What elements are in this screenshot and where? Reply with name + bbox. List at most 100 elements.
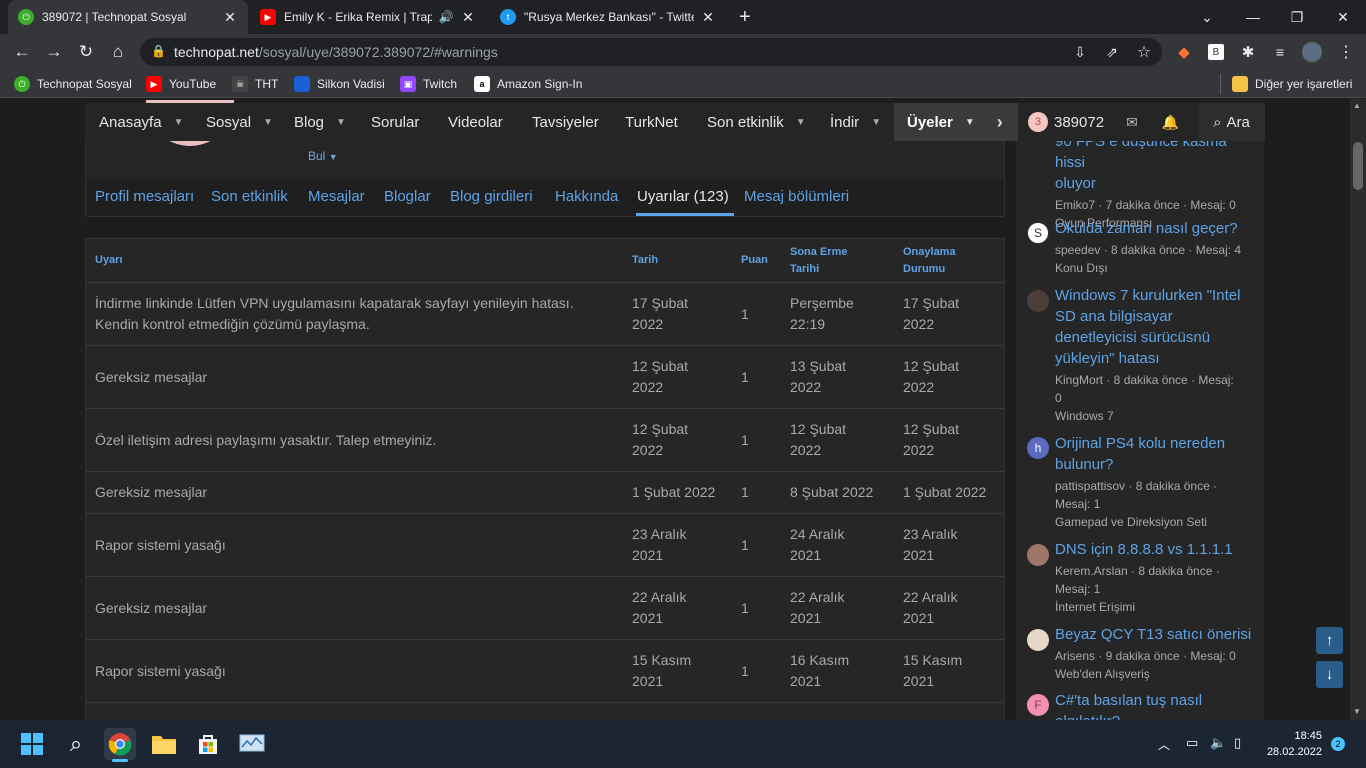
profile-avatar[interactable] (1300, 40, 1324, 64)
col-date[interactable]: Tarih (632, 252, 658, 269)
col-status[interactable]: Onaylama Durumu (903, 244, 956, 278)
tab-search-chevron-icon[interactable]: ⌄ (1184, 0, 1230, 34)
restore-button[interactable]: ❐ (1274, 0, 1320, 34)
install-app-icon[interactable]: ⇩ (1068, 40, 1092, 64)
extension-brave-icon[interactable]: ◆ (1172, 40, 1196, 64)
media-control-icon[interactable]: ≡ (1268, 40, 1292, 64)
bookmark-tht[interactable]: ☠ THT (232, 74, 278, 94)
close-tab-icon[interactable]: ✕ (460, 9, 476, 26)
chrome-menu-icon[interactable]: ⋮ (1334, 40, 1358, 64)
minimize-button[interactable]: — (1230, 0, 1276, 34)
user-account-area[interactable]: 3 389072 ✉ 🔔 (1018, 103, 1198, 141)
nav-videos[interactable]: Videolar (448, 103, 503, 141)
tab-warnings[interactable]: Uyarılar (123) (637, 188, 729, 205)
thread-item[interactable]: DNS için 8.8.8.8 vs 1.1.1.1 Kerem.Arslan… (1055, 539, 1255, 616)
page-scrollbar[interactable] (1350, 99, 1366, 720)
col-expiry[interactable]: Sona Erme Tarihi (790, 244, 847, 278)
page-scrollbar-thumb[interactable] (1353, 142, 1363, 190)
username-link[interactable]: 389072 (1054, 114, 1104, 131)
bookmark-technopat[interactable]: ⏻ Technopat Sosyal (14, 74, 132, 94)
thread-item[interactable]: C#'ta basılan tuş nasıl algılatılır? (1055, 690, 1255, 720)
close-window-button[interactable]: ✕ (1320, 0, 1366, 34)
nav-home[interactable]: Anasayfa ▼ (99, 103, 183, 141)
volume-icon[interactable]: 🔈 (1210, 735, 1226, 751)
avatar[interactable]: S (1027, 222, 1049, 244)
caret-down-icon[interactable]: ▼ (965, 117, 975, 128)
nav-downloads[interactable]: İndir ▼ (830, 103, 881, 141)
tab-about[interactable]: Hakkında (555, 188, 618, 205)
avatar[interactable]: F (1027, 694, 1049, 716)
microsoft-store-icon[interactable] (192, 728, 224, 760)
close-tab-icon[interactable]: ✕ (222, 9, 238, 26)
file-explorer-icon[interactable] (148, 728, 180, 760)
forward-arrow-icon[interactable]: → (42, 40, 66, 64)
url-text[interactable]: technopat.net/sosyal/uye/389072.389072/#… (174, 44, 498, 60)
thread-item[interactable]: Beyaz QCY T13 satıcı önerisi Arisens · 9… (1055, 624, 1255, 683)
battery-icon[interactable]: ▯ (1234, 735, 1241, 751)
lock-icon[interactable]: 🔒 (151, 44, 166, 58)
bookmark-youtube[interactable]: ▶ YouTube (146, 74, 216, 94)
chevron-right-icon[interactable]: › (997, 112, 1003, 133)
network-icon[interactable]: ▭ (1186, 735, 1198, 751)
caret-down-icon[interactable]: ▼ (336, 117, 346, 128)
tab-profile-messages[interactable]: Profil mesajları (95, 188, 194, 205)
col-warning[interactable]: Uyarı (95, 252, 123, 269)
tab-blog-entries[interactable]: Blog girdileri (450, 188, 533, 205)
extension-b-icon[interactable]: B (1204, 40, 1228, 64)
nav-social[interactable]: Sosyal ▼ (206, 103, 273, 141)
avatar[interactable]: h (1027, 437, 1049, 459)
scroll-to-top-button[interactable]: ↑ (1316, 627, 1343, 654)
nav-recommendations[interactable]: Tavsiyeler (532, 103, 599, 141)
home-icon[interactable]: ⌂ (106, 40, 130, 64)
new-tab-button[interactable]: + (734, 0, 764, 34)
tab-blogs[interactable]: Bloglar (384, 188, 431, 205)
other-bookmarks[interactable]: Diğer yer işaretleri (1232, 74, 1352, 94)
table-row[interactable] (86, 576, 1004, 640)
reload-icon[interactable]: ↻ (74, 40, 98, 64)
nav-recent-activity[interactable]: Son etkinlik ▼ (707, 103, 806, 141)
nav-questions[interactable]: Sorular (371, 103, 419, 141)
mail-icon[interactable]: ✉ (1126, 114, 1138, 131)
table-row[interactable] (86, 702, 1004, 720)
tab-technopat[interactable]: ⏻ 389072 | Technopat Sosyal ✕ (8, 0, 248, 34)
scroll-up-arrow-icon[interactable]: ▲ (1353, 101, 1361, 110)
bell-icon[interactable]: 🔔 (1162, 114, 1179, 131)
scroll-down-arrow-icon[interactable]: ▼ (1353, 707, 1361, 716)
tab-twitter[interactable]: t "Rusya Merkez Bankası" - Twitter ✕ (490, 0, 726, 34)
monitor-app-icon[interactable] (236, 728, 268, 760)
nav-blog[interactable]: Blog ▼ (294, 103, 346, 141)
windows-start-icon[interactable] (16, 728, 48, 760)
avatar[interactable] (1027, 290, 1049, 312)
bookmark-twitch[interactable]: ▣ Twitch (400, 74, 457, 94)
hidden-icons-chevron-icon[interactable]: ︿ (1158, 736, 1170, 753)
avatar[interactable] (1027, 544, 1049, 566)
avatar[interactable] (1027, 629, 1049, 651)
bookmark-silkon-vadisi[interactable]: Silkon Vadisi (294, 74, 385, 94)
speaker-icon[interactable]: 🔊 (438, 10, 454, 24)
share-icon[interactable]: ⇗ (1100, 40, 1124, 64)
extensions-puzzle-icon[interactable]: ✱ (1236, 40, 1260, 64)
thread-item[interactable]: Orijinal PS4 kolu nereden bulunur? patti… (1055, 433, 1255, 531)
notification-badge[interactable]: 2 (1331, 737, 1345, 751)
tab-youtube[interactable]: ▶ Emily K - Erika Remix | Trap M 🔊 ✕ (250, 0, 486, 34)
taskbar-search-icon[interactable]: ⌕ (60, 728, 92, 760)
caret-down-icon[interactable]: ▼ (263, 117, 273, 128)
table-row[interactable] (86, 345, 1004, 409)
back-arrow-icon[interactable]: ← (10, 40, 34, 64)
scroll-to-bottom-button[interactable]: ↓ (1316, 661, 1343, 688)
caret-down-icon[interactable]: ▼ (796, 117, 806, 128)
alert-count-badge[interactable]: 3 (1028, 112, 1048, 132)
search-button[interactable]: ⌕ Ara (1198, 103, 1265, 141)
chrome-taskbar-icon[interactable] (104, 728, 136, 760)
find-dropdown[interactable]: Bul ▼ (308, 149, 338, 163)
thread-item[interactable]: 90 FPS e düşünce kasma hissi oluyor Emik… (1055, 131, 1255, 232)
bookmark-amazon[interactable]: a Amazon Sign-In (474, 74, 582, 94)
bookmark-star-icon[interactable]: ☆ (1132, 40, 1156, 64)
nav-members[interactable]: Üyeler ▼ › (894, 103, 1018, 141)
thread-item[interactable]: Windows 7 kurulurken "Intel SD ana bilgi… (1055, 285, 1255, 425)
tab-message-sections[interactable]: Mesaj bölümleri (744, 188, 849, 205)
caret-down-icon[interactable]: ▼ (871, 117, 881, 128)
close-tab-icon[interactable]: ✕ (700, 9, 716, 26)
tab-messages[interactable]: Mesajlar (308, 188, 365, 205)
tab-recent-activity[interactable]: Son etkinlik (211, 188, 288, 205)
